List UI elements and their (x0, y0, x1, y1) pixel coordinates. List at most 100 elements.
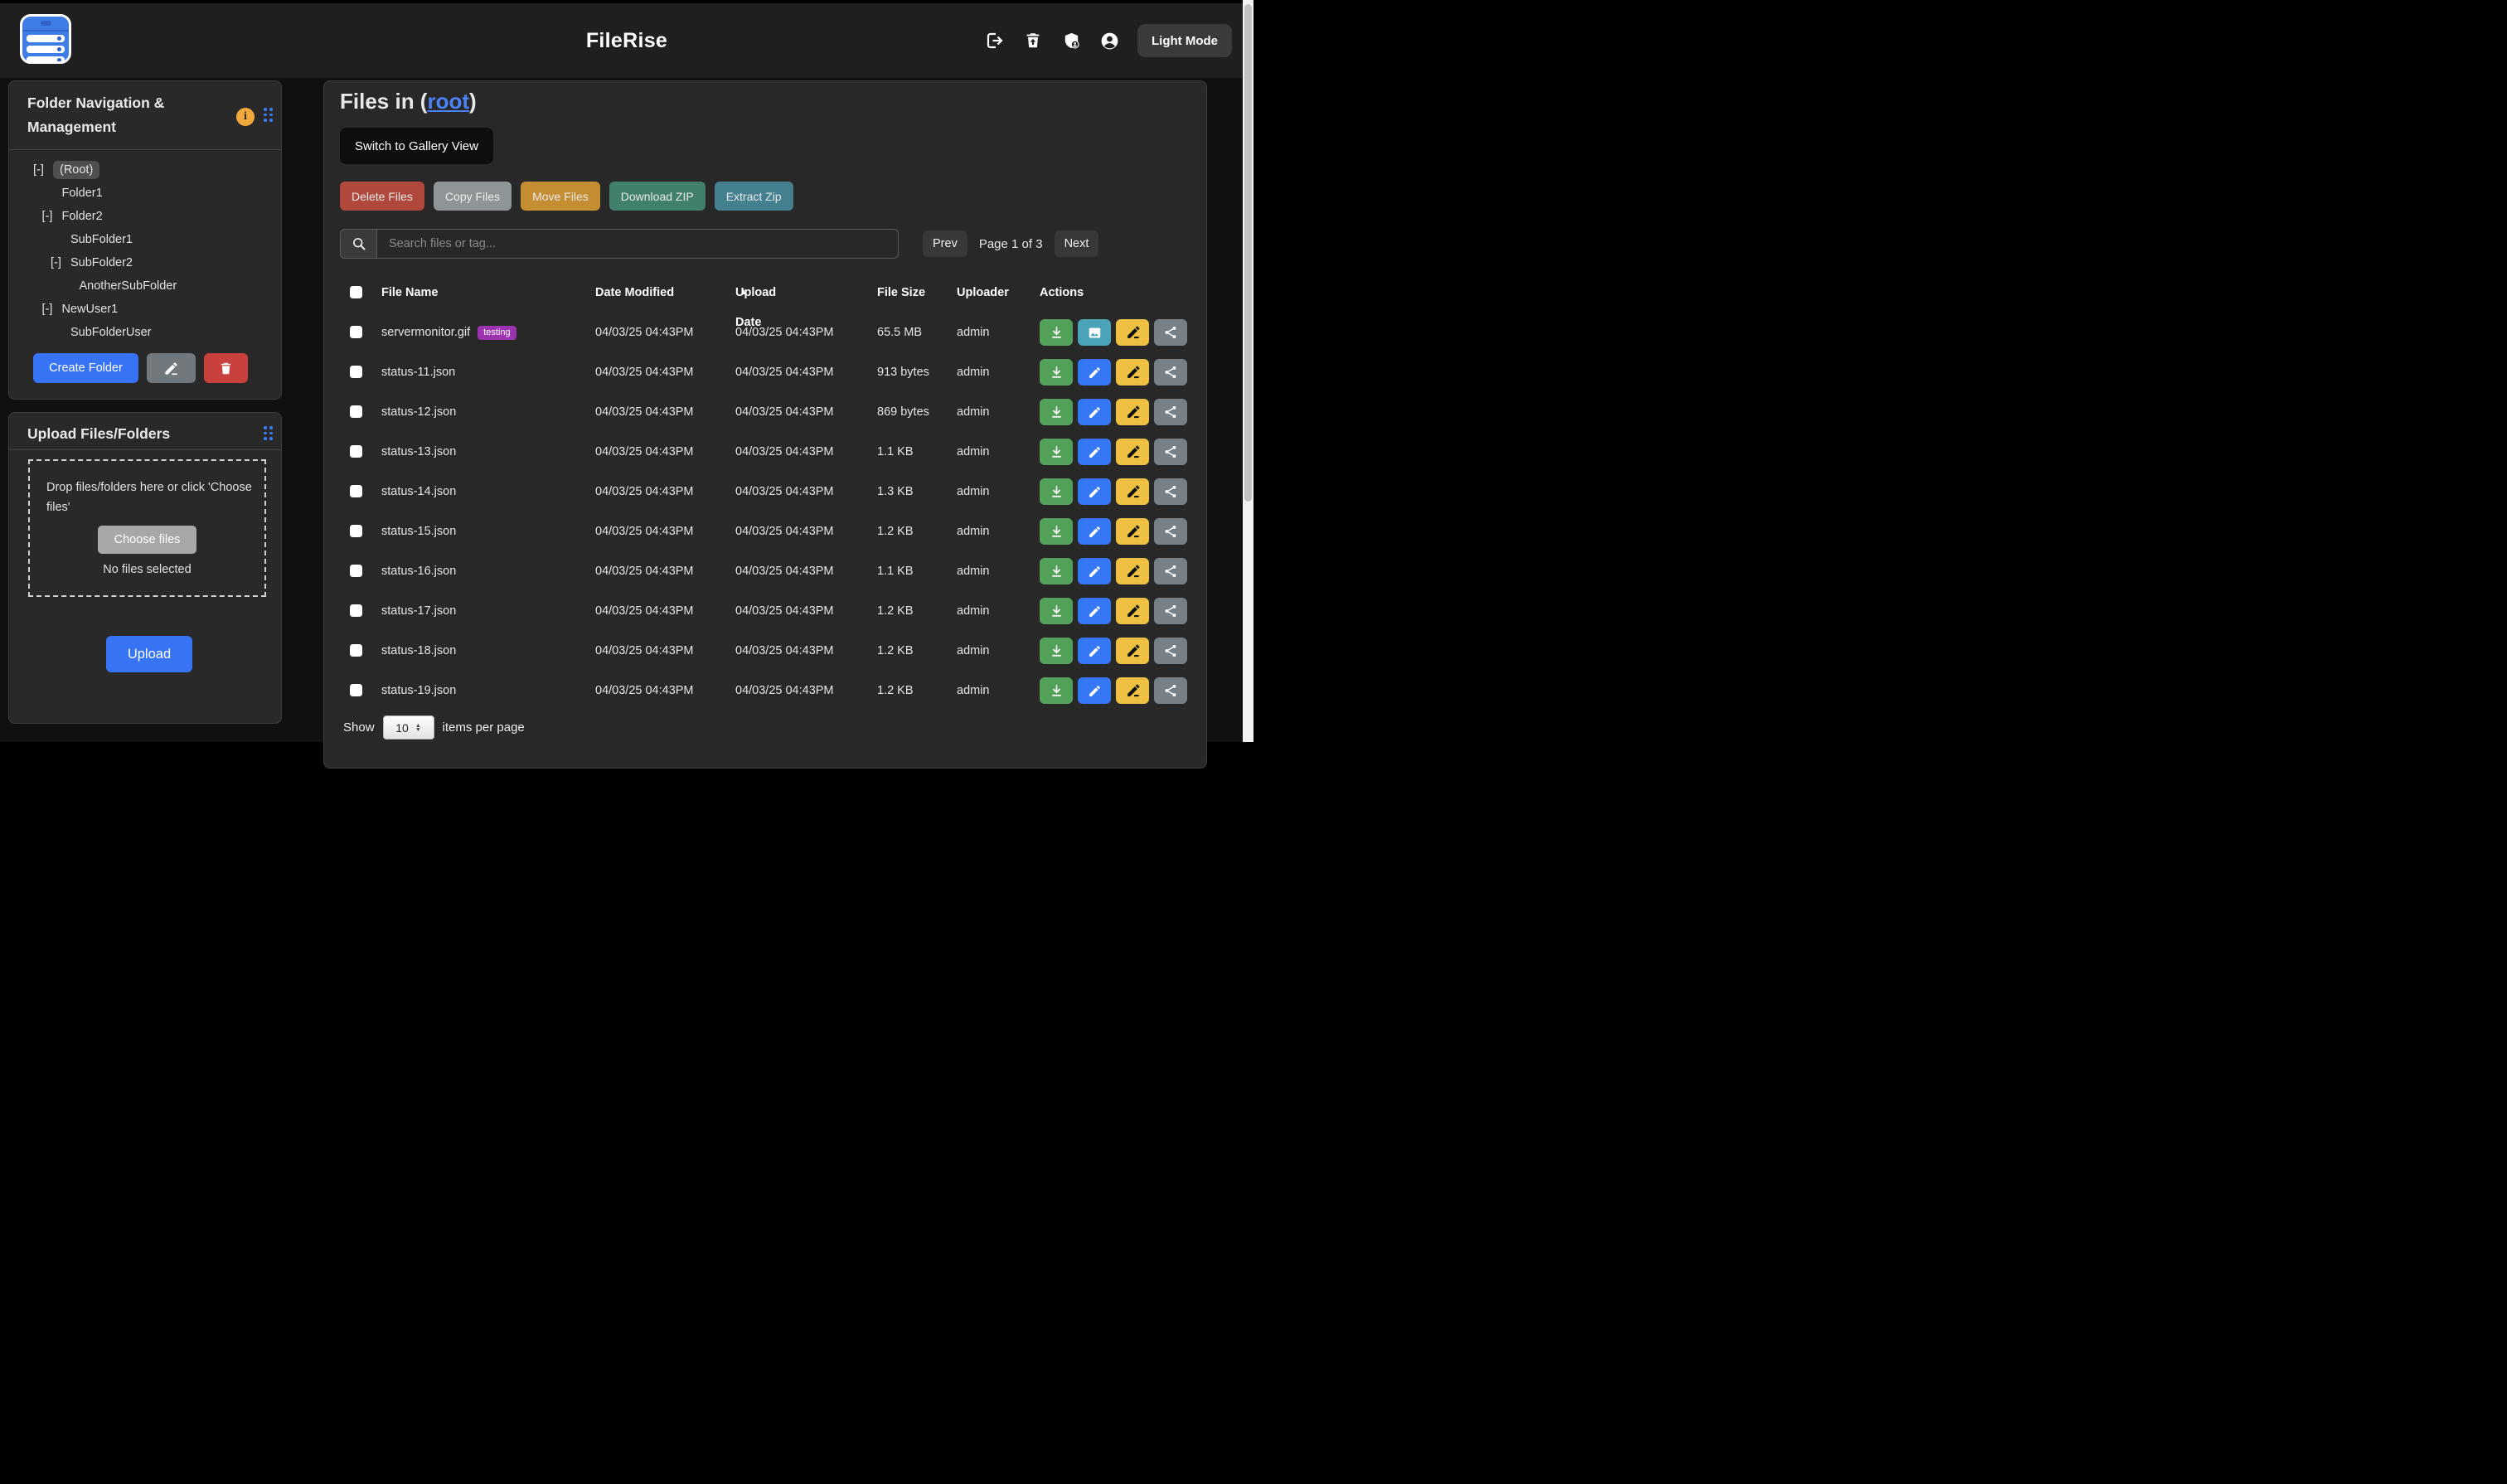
rename-folder-button[interactable] (147, 353, 196, 383)
upload-button[interactable]: Upload (106, 636, 192, 672)
folder-tree-item[interactable]: SubFolder1 (9, 228, 281, 251)
row-checkbox[interactable] (350, 366, 362, 378)
row-checkbox[interactable] (350, 405, 362, 418)
tag-edit-button[interactable] (1116, 478, 1149, 505)
column-file-name[interactable]: File Name (381, 278, 439, 308)
items-per-page-select[interactable]: 10 ▲▼ (383, 715, 434, 740)
edit-button[interactable] (1078, 439, 1111, 465)
share-button[interactable] (1154, 518, 1187, 545)
file-name[interactable]: status-14.json (381, 485, 456, 498)
file-name[interactable]: status-19.json (381, 684, 456, 697)
download-button[interactable] (1040, 518, 1073, 545)
tag-edit-button[interactable] (1116, 638, 1149, 664)
tree-folder-label[interactable]: SubFolderUser (70, 326, 152, 339)
search-input[interactable] (376, 229, 899, 259)
folder-tree-item[interactable]: Folder1 (9, 182, 281, 205)
delete-folder-button[interactable] (204, 353, 248, 383)
share-button[interactable] (1154, 478, 1187, 505)
folder-tree-item[interactable]: [-]NewUser1 (9, 298, 281, 321)
admin-panel-button[interactable] (1061, 31, 1081, 51)
share-button[interactable] (1154, 558, 1187, 584)
filerise-logo[interactable] (20, 14, 71, 64)
upload-dropzone[interactable]: Drop files/folders here or click 'Choose… (28, 459, 266, 597)
column-date-modified[interactable]: Date Modified (595, 278, 674, 308)
select-all-checkbox[interactable] (350, 286, 362, 298)
tree-toggle[interactable]: [-] (33, 158, 53, 182)
column-uploader[interactable]: Uploader (957, 278, 1009, 308)
folder-tree-item[interactable]: AnotherSubFolder (9, 274, 281, 298)
move-files-button[interactable]: Move Files (521, 182, 600, 211)
share-button[interactable] (1154, 598, 1187, 624)
choose-files-button[interactable]: Choose files (98, 526, 196, 554)
download-button[interactable] (1040, 359, 1073, 386)
prev-page-button[interactable]: Prev (923, 230, 967, 257)
row-checkbox[interactable] (350, 525, 362, 537)
share-button[interactable] (1154, 439, 1187, 465)
tag-edit-button[interactable] (1116, 518, 1149, 545)
scrollbar-thumb[interactable] (1244, 4, 1252, 502)
tag-edit-button[interactable] (1116, 399, 1149, 425)
tag-edit-button[interactable] (1116, 439, 1149, 465)
row-checkbox[interactable] (350, 326, 362, 338)
folder-tree-item[interactable]: [-]Folder2 (9, 205, 281, 228)
extract-zip-button[interactable]: Extract Zip (715, 182, 793, 211)
download-button[interactable] (1040, 319, 1073, 346)
restore-trash-button[interactable] (1023, 31, 1043, 51)
tag-edit-button[interactable] (1116, 598, 1149, 624)
share-button[interactable] (1154, 359, 1187, 386)
file-name[interactable]: status-11.json (381, 366, 455, 379)
download-button[interactable] (1040, 399, 1073, 425)
edit-button[interactable] (1078, 359, 1111, 386)
tree-folder-label[interactable]: NewUser1 (62, 303, 119, 316)
folder-tree-item[interactable]: [-]SubFolder2 (9, 251, 281, 274)
drag-handle-icon[interactable] (264, 426, 274, 440)
edit-button[interactable] (1078, 399, 1111, 425)
tag-edit-button[interactable] (1116, 558, 1149, 584)
download-button[interactable] (1040, 439, 1073, 465)
download-button[interactable] (1040, 558, 1073, 584)
download-button[interactable] (1040, 478, 1073, 505)
file-name[interactable]: status-15.json (381, 525, 456, 538)
file-name[interactable]: status-12.json (381, 405, 456, 419)
file-name[interactable]: status-16.json (381, 565, 456, 578)
row-checkbox[interactable] (350, 485, 362, 497)
file-name[interactable]: status-17.json (381, 604, 456, 618)
search-button[interactable] (340, 229, 376, 259)
image-preview-button[interactable] (1078, 319, 1111, 346)
edit-button[interactable] (1078, 677, 1111, 704)
file-name[interactable]: status-13.json (381, 445, 456, 458)
info-icon[interactable]: i (236, 108, 255, 126)
delete-files-button[interactable]: Delete Files (340, 182, 424, 211)
row-checkbox[interactable] (350, 684, 362, 696)
edit-button[interactable] (1078, 598, 1111, 624)
tag-edit-button[interactable] (1116, 677, 1149, 704)
edit-button[interactable] (1078, 478, 1111, 505)
drag-handle-icon[interactable] (264, 108, 274, 122)
column-file-size[interactable]: File Size (877, 278, 925, 308)
download-button[interactable] (1040, 638, 1073, 664)
tree-folder-label[interactable]: (Root) (53, 161, 99, 179)
tree-folder-label[interactable]: SubFolder1 (70, 233, 133, 246)
tree-toggle[interactable]: [-] (51, 251, 70, 274)
scrollbar[interactable] (1243, 0, 1254, 742)
next-page-button[interactable]: Next (1055, 230, 1099, 257)
download-button[interactable] (1040, 677, 1073, 704)
file-name[interactable]: servermonitor.gif (381, 326, 470, 339)
tree-toggle[interactable]: [-] (42, 298, 62, 321)
download-button[interactable] (1040, 598, 1073, 624)
edit-button[interactable] (1078, 638, 1111, 664)
tree-toggle[interactable]: [-] (42, 205, 62, 228)
create-folder-button[interactable]: Create Folder (33, 353, 138, 383)
share-button[interactable] (1154, 638, 1187, 664)
tag-edit-button[interactable] (1116, 319, 1149, 346)
row-checkbox[interactable] (350, 604, 362, 617)
row-checkbox[interactable] (350, 445, 362, 458)
tag-edit-button[interactable] (1116, 359, 1149, 386)
tree-folder-label[interactable]: Folder2 (62, 210, 103, 223)
edit-button[interactable] (1078, 518, 1111, 545)
folder-tree-item[interactable]: [-](Root) (9, 158, 281, 182)
share-button[interactable] (1154, 399, 1187, 425)
download-zip-button[interactable]: Download ZIP (609, 182, 706, 211)
share-button[interactable] (1154, 677, 1187, 704)
tree-folder-label[interactable]: AnotherSubFolder (80, 279, 177, 293)
